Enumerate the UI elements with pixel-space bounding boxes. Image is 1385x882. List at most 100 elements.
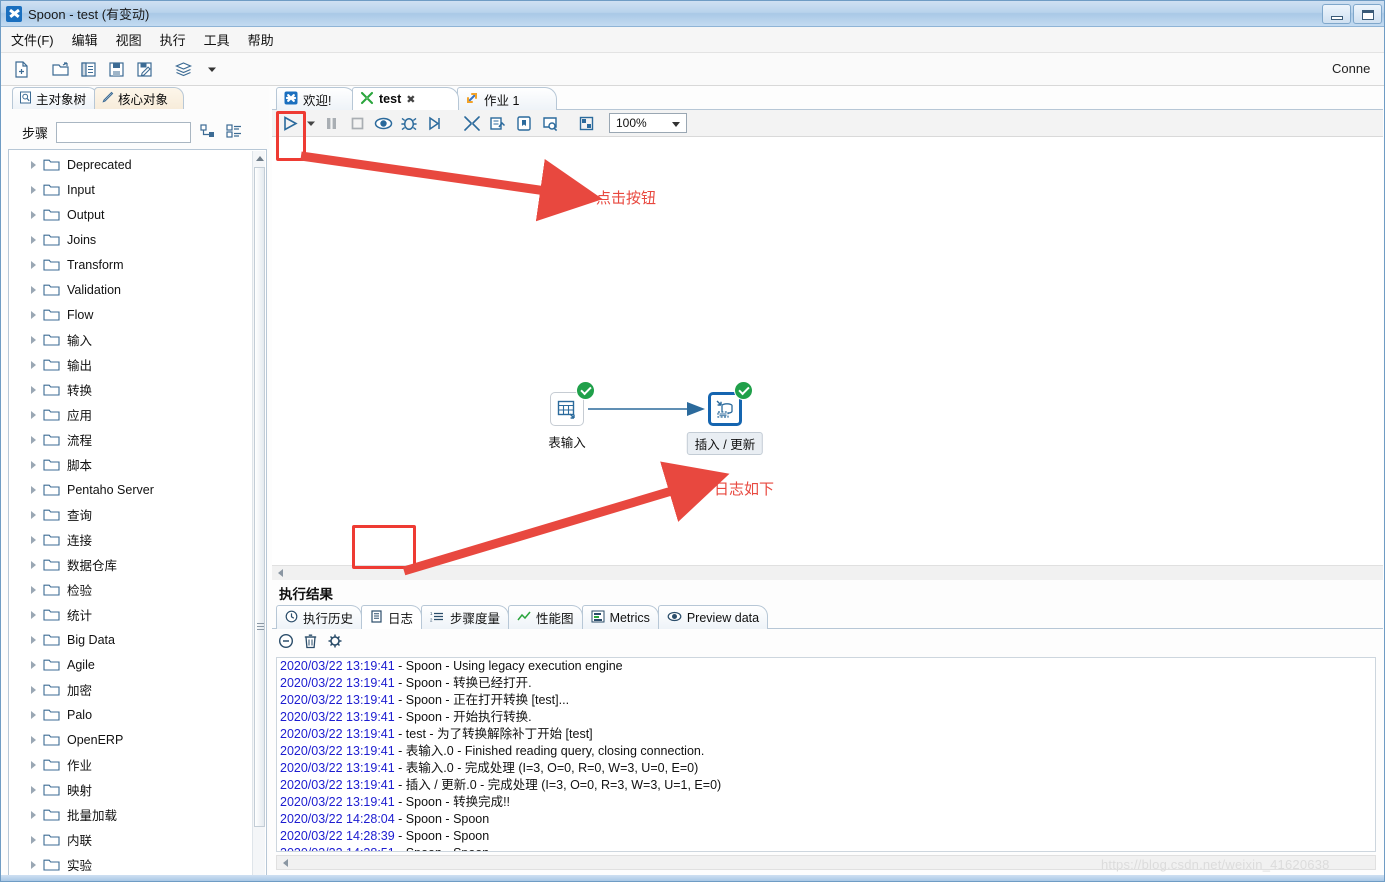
menu-view[interactable]: 视图 [116, 30, 142, 49]
tab-performance-graph[interactable]: 性能图 [508, 605, 583, 629]
save-as-icon[interactable] [132, 57, 157, 82]
expand-arrow-icon[interactable] [31, 635, 36, 644]
tree-item[interactable]: 查询 [9, 502, 252, 527]
expand-arrow-icon[interactable] [31, 235, 36, 244]
expand-arrow-icon[interactable] [31, 360, 36, 369]
tab-metrics[interactable]: Metrics [581, 605, 659, 629]
replay-icon[interactable] [423, 112, 447, 134]
collapse-all-icon[interactable] [225, 123, 243, 141]
tab-welcome[interactable]: 欢迎! [276, 87, 356, 110]
tree-item[interactable]: 加密 [9, 677, 252, 702]
tree-item[interactable]: OpenERP [9, 727, 252, 752]
menu-tools[interactable]: 工具 [204, 30, 230, 49]
run-icon[interactable] [278, 112, 302, 134]
expand-arrow-icon[interactable] [31, 310, 36, 319]
tree-item[interactable]: 输入 [9, 327, 252, 352]
scroll-up-arrow[interactable] [253, 151, 266, 165]
tree-item[interactable]: Pentaho Server [9, 477, 252, 502]
tab-main-object-tree[interactable]: 主对象树 [12, 87, 98, 109]
maximize-button[interactable] [1353, 4, 1382, 24]
node-insert-update[interactable]: 插入 / 更新 [686, 381, 764, 455]
new-file-icon[interactable] [9, 57, 34, 82]
expand-arrow-icon[interactable] [31, 435, 36, 444]
tree-item[interactable]: 连接 [9, 527, 252, 552]
expand-arrow-icon[interactable] [31, 460, 36, 469]
expand-arrow-icon[interactable] [31, 535, 36, 544]
chevron-down-icon[interactable] [199, 57, 224, 82]
tree-item[interactable]: 数据仓库 [9, 552, 252, 577]
canvas-horizontal-scrollbar[interactable] [272, 565, 1383, 580]
tree-item[interactable]: Flow [9, 302, 252, 327]
tree-item[interactable]: Output [9, 202, 252, 227]
tree-item[interactable]: Validation [9, 277, 252, 302]
step-filter-input[interactable] [56, 121, 192, 143]
expand-arrow-icon[interactable] [31, 485, 36, 494]
tree-scrollbar[interactable] [252, 151, 266, 881]
tree-item[interactable]: 应用 [9, 402, 252, 427]
tree-item[interactable]: 批量加载 [9, 802, 252, 827]
close-icon[interactable]: ✖ [406, 93, 415, 106]
sql-icon[interactable] [512, 112, 536, 134]
tree-item[interactable]: 实验 [9, 852, 252, 877]
pause-icon[interactable] [319, 112, 343, 134]
expand-arrow-icon[interactable] [31, 660, 36, 669]
expand-arrow-icon[interactable] [31, 610, 36, 619]
preview-icon[interactable] [371, 112, 395, 134]
expand-arrow-icon[interactable] [31, 335, 36, 344]
log-output[interactable]: 2020/03/22 13:19:41 - Spoon - Using lega… [276, 657, 1376, 852]
tab-core-objects[interactable]: 核心对象 [94, 87, 184, 109]
expand-arrow-icon[interactable] [31, 260, 36, 269]
clear-log-icon[interactable] [278, 633, 294, 654]
tree-item[interactable]: 统计 [9, 602, 252, 627]
open-folder-icon[interactable] [48, 57, 73, 82]
tab-job-1[interactable]: 作业 1 [457, 87, 557, 110]
tree-item[interactable]: 内联 [9, 827, 252, 852]
node-table-input[interactable]: 表输入 [548, 381, 595, 450]
tab-log[interactable]: 日志 [361, 605, 423, 629]
expand-arrow-icon[interactable] [31, 285, 36, 294]
expand-arrow-icon[interactable] [31, 185, 36, 194]
tree-item[interactable]: 流程 [9, 427, 252, 452]
tree-item[interactable]: 检验 [9, 577, 252, 602]
tree-item[interactable]: Agile [9, 652, 252, 677]
tree-item[interactable]: Input [9, 177, 252, 202]
trash-icon[interactable] [303, 633, 318, 654]
analyze-impact-icon[interactable] [486, 112, 510, 134]
tree-item[interactable]: 转换 [9, 377, 252, 402]
expand-arrow-icon[interactable] [31, 860, 36, 869]
tree-item[interactable]: 脚本 [9, 452, 252, 477]
expand-arrow-icon[interactable] [31, 685, 36, 694]
menu-help[interactable]: 帮助 [248, 30, 274, 49]
expand-arrow-icon[interactable] [31, 510, 36, 519]
tab-preview-data[interactable]: Preview data [657, 605, 769, 629]
core-objects-tree[interactable]: Deprecated Input Output Joins Transform Valid… [8, 149, 267, 881]
zoom-select[interactable]: 100% [609, 113, 687, 133]
tree-item[interactable]: 作业 [9, 752, 252, 777]
scroll-thumb[interactable] [254, 167, 265, 827]
database-explore-icon[interactable] [538, 112, 562, 134]
expand-arrow-icon[interactable] [31, 210, 36, 219]
menu-file[interactable]: 文件(F) [11, 30, 54, 49]
menu-run[interactable]: 执行 [160, 30, 186, 49]
expand-arrow-icon[interactable] [31, 410, 36, 419]
explore-icon[interactable] [76, 57, 101, 82]
tree-item[interactable]: Transform [9, 252, 252, 277]
transformation-canvas[interactable]: 表输入 插入 / 更新 [272, 137, 1383, 565]
log-settings-icon[interactable] [327, 633, 343, 654]
expand-arrow-icon[interactable] [31, 385, 36, 394]
tree-item[interactable]: Deprecated [9, 152, 252, 177]
expand-arrow-icon[interactable] [31, 785, 36, 794]
expand-arrow-icon[interactable] [31, 160, 36, 169]
tree-item[interactable]: Palo [9, 702, 252, 727]
stop-icon[interactable] [345, 112, 369, 134]
tree-item[interactable]: Joins [9, 227, 252, 252]
expand-all-icon[interactable] [199, 123, 217, 141]
tree-item[interactable]: Big Data [9, 627, 252, 652]
expand-arrow-icon[interactable] [31, 560, 36, 569]
minimize-button[interactable] [1322, 4, 1351, 24]
tree-item[interactable]: 输出 [9, 352, 252, 377]
verify-icon[interactable] [460, 112, 484, 134]
expand-arrow-icon[interactable] [31, 710, 36, 719]
run-dropdown-icon[interactable] [304, 112, 317, 134]
debug-icon[interactable] [397, 112, 421, 134]
